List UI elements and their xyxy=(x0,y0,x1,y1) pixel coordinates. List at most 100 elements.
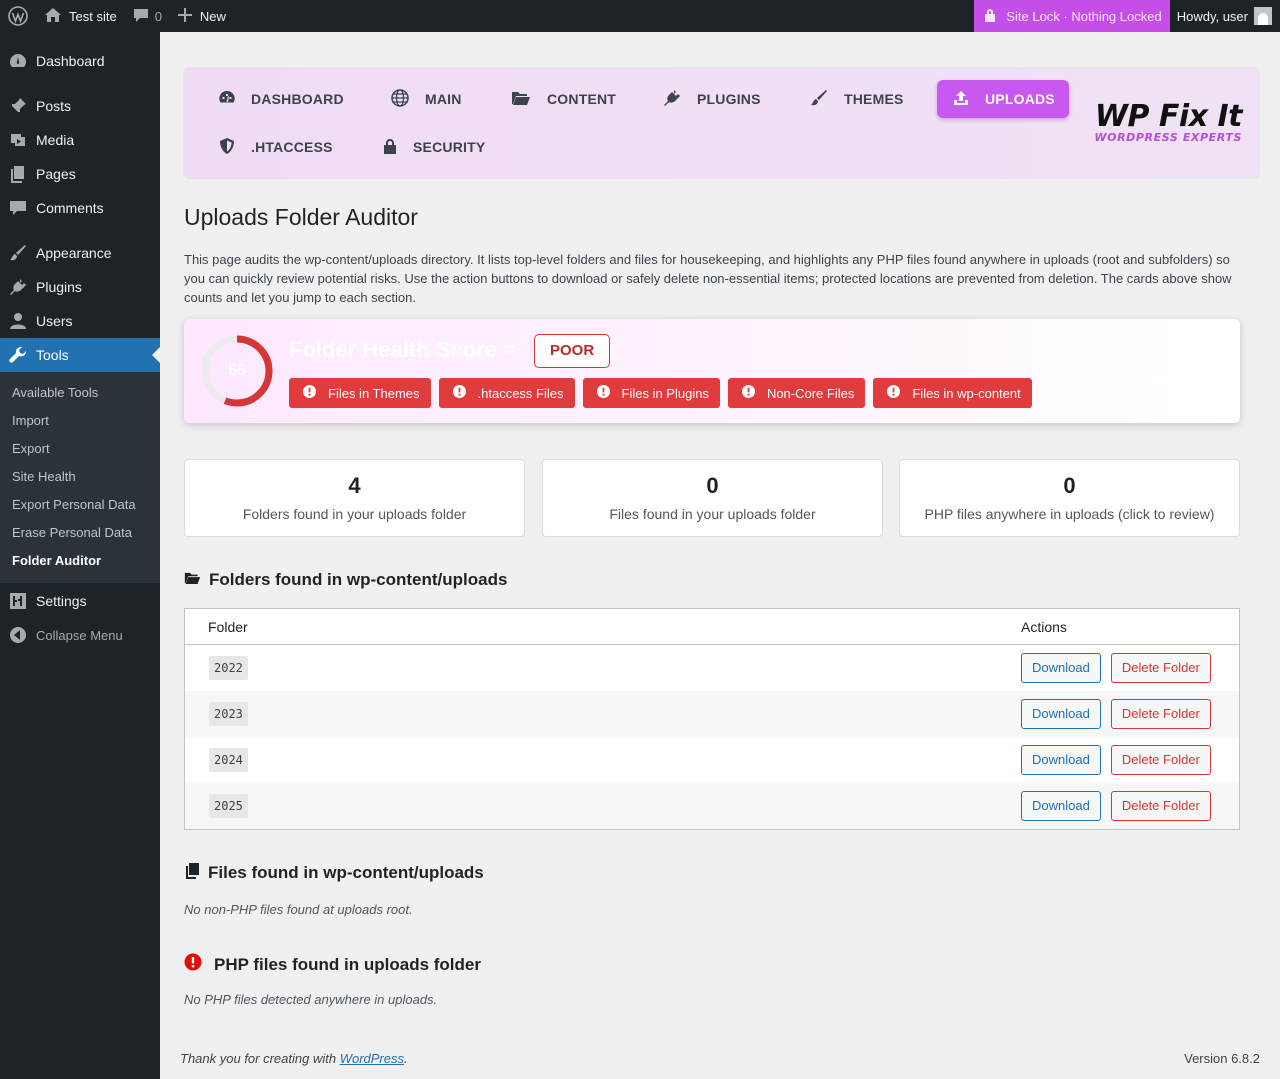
lock-icon xyxy=(383,138,413,157)
tools-submenu: Available Tools Import Export Site Healt… xyxy=(0,372,160,583)
sidebar-item-users[interactable]: Users xyxy=(0,304,160,338)
table-row: 2024 Download Delete Folder xyxy=(185,737,1239,783)
submenu-available-tools[interactable]: Available Tools xyxy=(0,379,160,407)
sidebar-item-settings[interactable]: Settings xyxy=(0,584,160,618)
pages-icon xyxy=(0,165,36,183)
download-button[interactable]: Download xyxy=(1021,699,1101,729)
download-button[interactable]: Download xyxy=(1021,745,1101,775)
table-row: 2022 Download Delete Folder xyxy=(185,645,1239,691)
submenu-site-health[interactable]: Site Health xyxy=(0,463,160,491)
submenu-erase-personal-data[interactable]: Erase Personal Data xyxy=(0,519,160,547)
column-header-actions: Actions xyxy=(1021,618,1067,635)
sidebar-item-comments[interactable]: Comments xyxy=(0,191,160,225)
submenu-folder-auditor[interactable]: Folder Auditor xyxy=(0,547,160,575)
tab-themes[interactable]: THEMES xyxy=(810,80,904,118)
page-title: Uploads Folder Auditor xyxy=(184,204,418,230)
delete-folder-button[interactable]: Delete Folder xyxy=(1110,653,1211,683)
sidebar-item-plugins[interactable]: Plugins xyxy=(0,270,160,304)
dashboard-gauge-icon xyxy=(0,52,36,70)
comments-link[interactable]: 0 xyxy=(125,0,170,32)
tab-dashboard[interactable]: DASHBOARD xyxy=(219,80,344,118)
tab-plugins[interactable]: PLUGINS xyxy=(663,80,761,118)
site-name-link[interactable]: Test site xyxy=(36,0,125,32)
alert-icon xyxy=(741,385,767,401)
download-button[interactable]: Download xyxy=(1021,791,1101,821)
comment-bubble-icon xyxy=(133,7,149,26)
main-content: DASHBOARD MAIN CONTENT PLUGINS THEMES UP… xyxy=(160,32,1280,1079)
submenu-export[interactable]: Export xyxy=(0,435,160,463)
wp-fix-it-logo: WP Fix It WORDPRESS EXPERTS xyxy=(1094,99,1242,145)
globe-icon xyxy=(391,88,425,110)
folder-name: 2025 xyxy=(209,794,248,818)
php-empty-message: No PHP files detected anywhere in upload… xyxy=(184,992,438,1007)
footer-version: Version 6.8.2 xyxy=(1184,1051,1260,1066)
avatar xyxy=(1254,7,1272,25)
flag-files-in-wp-content[interactable]: Files in wp-content xyxy=(873,378,1032,408)
flag-files-in-themes[interactable]: Files in Themes xyxy=(289,378,431,408)
health-score-card: 56 Folder Health Score = POOR Files in T… xyxy=(184,319,1240,423)
tab-content[interactable]: CONTENT xyxy=(511,80,616,118)
download-button[interactable]: Download xyxy=(1021,653,1101,683)
tab-main[interactable]: MAIN xyxy=(391,80,462,118)
delete-folder-button[interactable]: Delete Folder xyxy=(1110,791,1211,821)
stat-card-files[interactable]: 0 Files found in your uploads folder xyxy=(542,459,883,537)
sidebar-item-tools[interactable]: Tools xyxy=(0,338,160,372)
tab-security[interactable]: SECURITY xyxy=(383,128,485,166)
sidebar-item-dashboard[interactable]: Dashboard xyxy=(0,44,160,78)
sidebar-item-posts[interactable]: Posts xyxy=(0,89,160,123)
user-account-menu[interactable]: Howdy, user xyxy=(1170,0,1280,32)
site-lock-status[interactable]: Site Lock · Nothing Locked xyxy=(974,0,1170,32)
submenu-export-personal-data[interactable]: Export Personal Data xyxy=(0,491,160,519)
comment-bubble-icon xyxy=(0,199,36,217)
page-intro: This page audits the wp-content/uploads … xyxy=(184,252,1232,305)
alert-icon xyxy=(887,385,912,401)
sidebar-item-media[interactable]: Media xyxy=(0,123,160,157)
plus-icon xyxy=(177,7,192,25)
gauge-icon xyxy=(219,90,251,109)
settings-sliders-icon xyxy=(0,592,36,610)
folder-name: 2023 xyxy=(209,702,248,726)
paintbrush-icon xyxy=(810,89,844,110)
flag-htaccess-files[interactable]: .htaccess Files xyxy=(438,378,575,408)
new-content-link[interactable]: New xyxy=(170,0,234,32)
tab-uploads[interactable]: UPLOADS xyxy=(937,80,1069,118)
admin-bar: Test site 0 New Site Lock · Nothing Lock… xyxy=(0,0,1280,32)
files-section-heading: Files found in wp-content/uploads xyxy=(184,862,484,884)
sidebar-item-pages[interactable]: Pages xyxy=(0,157,160,191)
lock-icon xyxy=(984,8,1006,25)
submenu-import[interactable]: Import xyxy=(0,407,160,435)
plugin-tab-bar: DASHBOARD MAIN CONTENT PLUGINS THEMES UP… xyxy=(183,67,1260,179)
wordpress-link[interactable]: WordPress xyxy=(340,1051,404,1066)
folder-name: 2024 xyxy=(209,748,248,772)
collapse-menu-button[interactable]: Collapse Menu xyxy=(0,618,160,652)
table-row: 2023 Download Delete Folder xyxy=(185,691,1239,737)
folders-section-heading: Folders found in wp-content/uploads xyxy=(184,570,507,590)
delete-folder-button[interactable]: Delete Folder xyxy=(1110,699,1211,729)
health-score-title: Folder Health Score = xyxy=(289,337,516,362)
stat-card-php-files[interactable]: 0 PHP files anywhere in uploads (click t… xyxy=(899,459,1240,537)
tab-htaccess[interactable]: .HTACCESS xyxy=(219,128,333,166)
home-icon xyxy=(44,7,62,26)
alert-icon xyxy=(596,385,622,401)
copy-files-icon xyxy=(184,862,208,884)
wordpress-logo-icon[interactable] xyxy=(0,0,36,32)
folder-open-icon xyxy=(184,570,209,590)
sidebar-item-appearance[interactable]: Appearance xyxy=(0,236,160,270)
user-icon xyxy=(0,312,36,330)
health-grade-badge: POOR xyxy=(534,334,611,368)
folder-open-icon xyxy=(511,90,547,109)
flag-files-in-plugins[interactable]: Files in Plugins xyxy=(582,378,720,408)
table-row: 2025 Download Delete Folder xyxy=(185,783,1239,829)
health-score-gauge: 56 xyxy=(199,333,275,409)
alert-icon xyxy=(303,385,328,401)
health-flags: Files in Themes .htaccess Files Files in… xyxy=(289,378,1032,408)
alert-icon xyxy=(452,385,478,401)
folder-name: 2022 xyxy=(209,656,248,680)
php-section-heading: PHP files found in uploads folder xyxy=(184,953,481,976)
stat-card-folders[interactable]: 4 Folders found in your uploads folder xyxy=(184,459,525,537)
column-header-folder: Folder xyxy=(208,618,248,635)
shield-icon xyxy=(219,137,251,158)
flag-non-core-files[interactable]: Non-Core Files xyxy=(727,378,866,408)
delete-folder-button[interactable]: Delete Folder xyxy=(1110,745,1211,775)
admin-sidebar: Dashboard Posts Media Pages Comments App… xyxy=(0,32,160,1079)
